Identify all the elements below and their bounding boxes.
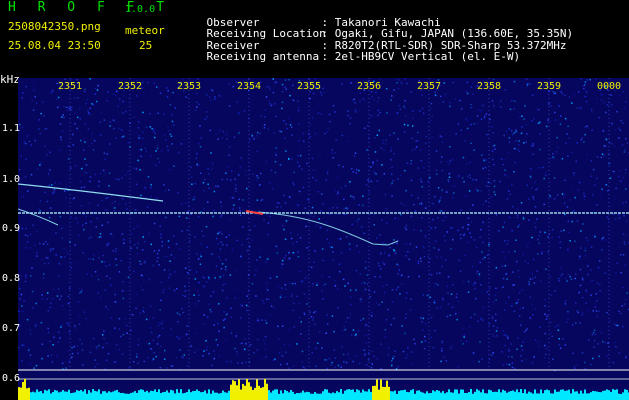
info-value: : 2el-HB9CV Vertical (el. E-W): [321, 50, 521, 63]
x-tick-label: 2352: [118, 81, 143, 92]
y-axis-unit-label: kHz: [0, 73, 20, 86]
y-tick-label: 0.6: [2, 373, 21, 384]
info-key: Receiving antenna: [206, 50, 320, 63]
hrofft-window: H R O F F T 1.0.0 2508042350.png meteor …: [0, 0, 629, 400]
file-name: 2508042350.png: [8, 20, 101, 33]
x-tick-label: 2354: [237, 81, 262, 92]
x-tick-label: 2353: [177, 81, 202, 92]
y-tick-label: 1.1: [2, 123, 21, 134]
info-row-antenna: Receiving antenna: 2el-HB9CV Vertical (e…: [180, 40, 521, 73]
x-tick-label: 2357: [417, 81, 442, 92]
x-tick-label: 2359: [537, 81, 562, 92]
y-tick-label: 0.9: [2, 223, 21, 234]
y-tick-label: 0.8: [2, 273, 21, 284]
x-tick-label: 0000: [597, 81, 622, 92]
x-tick-label: 2351: [58, 81, 83, 92]
x-tick-label: 2355: [297, 81, 322, 92]
y-tick-label: 1.0: [2, 174, 21, 185]
x-tick-label: 2358: [477, 81, 502, 92]
app-version: 1.0.0: [125, 4, 156, 15]
spectrogram-plot: [18, 78, 629, 400]
meteor-count: 25: [139, 39, 153, 52]
x-tick-label: 2356: [357, 81, 382, 92]
y-tick-label: 0.7: [2, 323, 21, 334]
date-time: 25.08.04 23:50: [8, 39, 101, 52]
spectrogram-svg: [18, 78, 629, 400]
meteor-label: meteor: [125, 24, 165, 37]
